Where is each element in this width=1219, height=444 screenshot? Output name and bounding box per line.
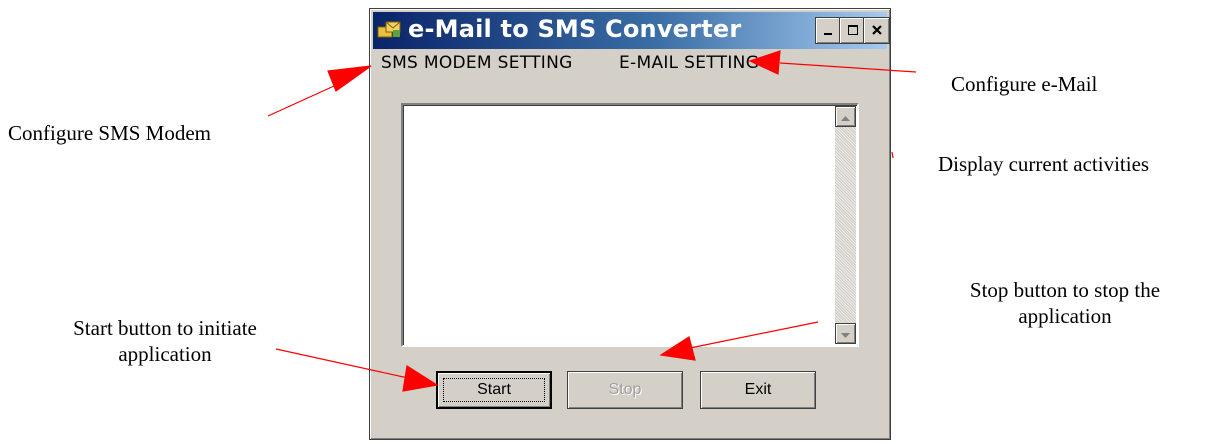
envelope-icon bbox=[377, 20, 403, 40]
minimize-button[interactable] bbox=[815, 17, 842, 44]
menu-bar: SMS MODEM SETTING E-MAIL SETTING bbox=[373, 51, 887, 77]
arrow-down-icon bbox=[841, 324, 850, 343]
annotation-start-line2: application bbox=[118, 342, 212, 366]
vertical-scrollbar[interactable] bbox=[835, 106, 856, 344]
close-button[interactable] bbox=[863, 17, 890, 44]
maximize-icon bbox=[847, 21, 859, 40]
annotation-stop-line2: application bbox=[1018, 304, 1112, 328]
annotation-stop-button: Stop button to stop the application bbox=[935, 277, 1195, 329]
annotation-start-line1: Start button to initiate bbox=[73, 316, 257, 340]
annotation-configure-sms: Configure SMS Modem bbox=[8, 121, 212, 145]
app-window: e-Mail to SMS Converter SMS MODEM SETTIN… bbox=[369, 8, 891, 440]
annotation-configure-email: Configure e-Mail bbox=[951, 72, 1098, 96]
close-icon bbox=[871, 21, 883, 40]
window-title: e-Mail to SMS Converter bbox=[408, 15, 742, 43]
menu-email-setting[interactable]: E-MAIL SETTING bbox=[619, 53, 759, 73]
annotation-stop-line1: Stop button to stop the bbox=[969, 278, 1161, 302]
stop-button-label: Stop bbox=[608, 381, 642, 398]
arrow-sms-head bbox=[327, 65, 372, 92]
scroll-down-button[interactable] bbox=[835, 323, 856, 344]
focus-rectangle bbox=[443, 378, 545, 402]
maximize-button[interactable] bbox=[839, 17, 866, 44]
scroll-up-button[interactable] bbox=[835, 106, 856, 127]
stop-button[interactable]: Stop bbox=[567, 371, 683, 409]
activity-log[interactable] bbox=[401, 103, 859, 347]
arrow-sms-line bbox=[267, 80, 346, 117]
start-button[interactable]: Start bbox=[436, 371, 552, 409]
annotation-start-button: Start button to initiate application bbox=[30, 315, 300, 367]
arrow-up-icon bbox=[841, 107, 850, 126]
exit-button-label: Exit bbox=[744, 381, 772, 398]
exit-button[interactable]: Exit bbox=[700, 371, 816, 409]
menu-sms-modem-setting[interactable]: SMS MODEM SETTING bbox=[381, 53, 573, 73]
arrow-display-tick bbox=[891, 151, 894, 159]
title-bar[interactable]: e-Mail to SMS Converter bbox=[373, 12, 890, 49]
annotation-display-activities: Display current activities bbox=[938, 152, 1150, 176]
minimize-icon bbox=[823, 21, 835, 40]
